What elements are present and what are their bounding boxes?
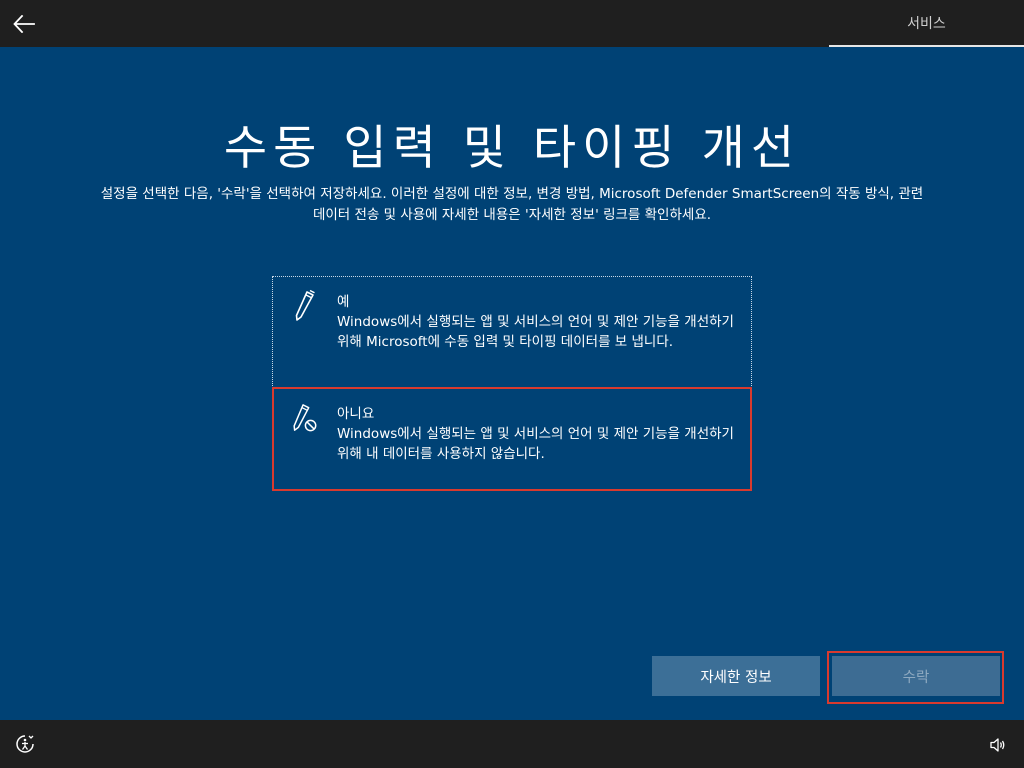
top-bar: 서비스 xyxy=(0,0,1024,47)
pen-icon xyxy=(295,289,315,321)
accept-button[interactable]: 수락 xyxy=(832,656,1000,696)
description-line-1: 설정을 선택한 다음, '수락'을 선택하여 저장하세요. 이러한 설정에 대한… xyxy=(100,186,924,202)
option-no-description: Windows에서 실행되는 앱 및 서비스의 언어 및 제안 기능을 개선하기… xyxy=(337,426,734,462)
option-no-title: 아니요 xyxy=(337,406,375,422)
volume-icon[interactable] xyxy=(988,735,1008,755)
option-yes-description: Windows에서 실행되는 앱 및 서비스의 언어 및 제안 기능을 개선하기… xyxy=(337,314,734,350)
page-title: 수동 입력 및 타이핑 개선 xyxy=(223,121,801,176)
tab-services: 서비스 xyxy=(829,0,1024,47)
bottom-bar xyxy=(0,720,1024,768)
learn-more-button[interactable]: 자세한 정보 xyxy=(652,656,820,696)
option-list: 예 Windows에서 실행되는 앱 및 서비스의 언어 및 제안 기능을 개선… xyxy=(272,276,752,491)
tab-services-label: 서비스 xyxy=(907,15,946,32)
back-button[interactable] xyxy=(6,6,42,42)
arrow-left-icon xyxy=(13,15,35,33)
ease-of-access-icon[interactable] xyxy=(14,733,36,755)
option-yes-title: 예 xyxy=(337,294,350,310)
page-description: 설정을 선택한 다음, '수락'을 선택하여 저장하세요. 이러한 설정에 대한… xyxy=(40,184,984,226)
option-no[interactable]: 아니요 Windows에서 실행되는 앱 및 서비스의 언어 및 제안 기능을 … xyxy=(272,387,752,491)
option-yes[interactable]: 예 Windows에서 실행되는 앱 및 서비스의 언어 및 제안 기능을 개선… xyxy=(272,276,752,388)
pen-blocked-icon xyxy=(293,404,317,432)
description-line-2: 데이터 전송 및 사용에 자세한 내용은 '자세한 정보' 링크를 확인하세요. xyxy=(312,207,712,223)
